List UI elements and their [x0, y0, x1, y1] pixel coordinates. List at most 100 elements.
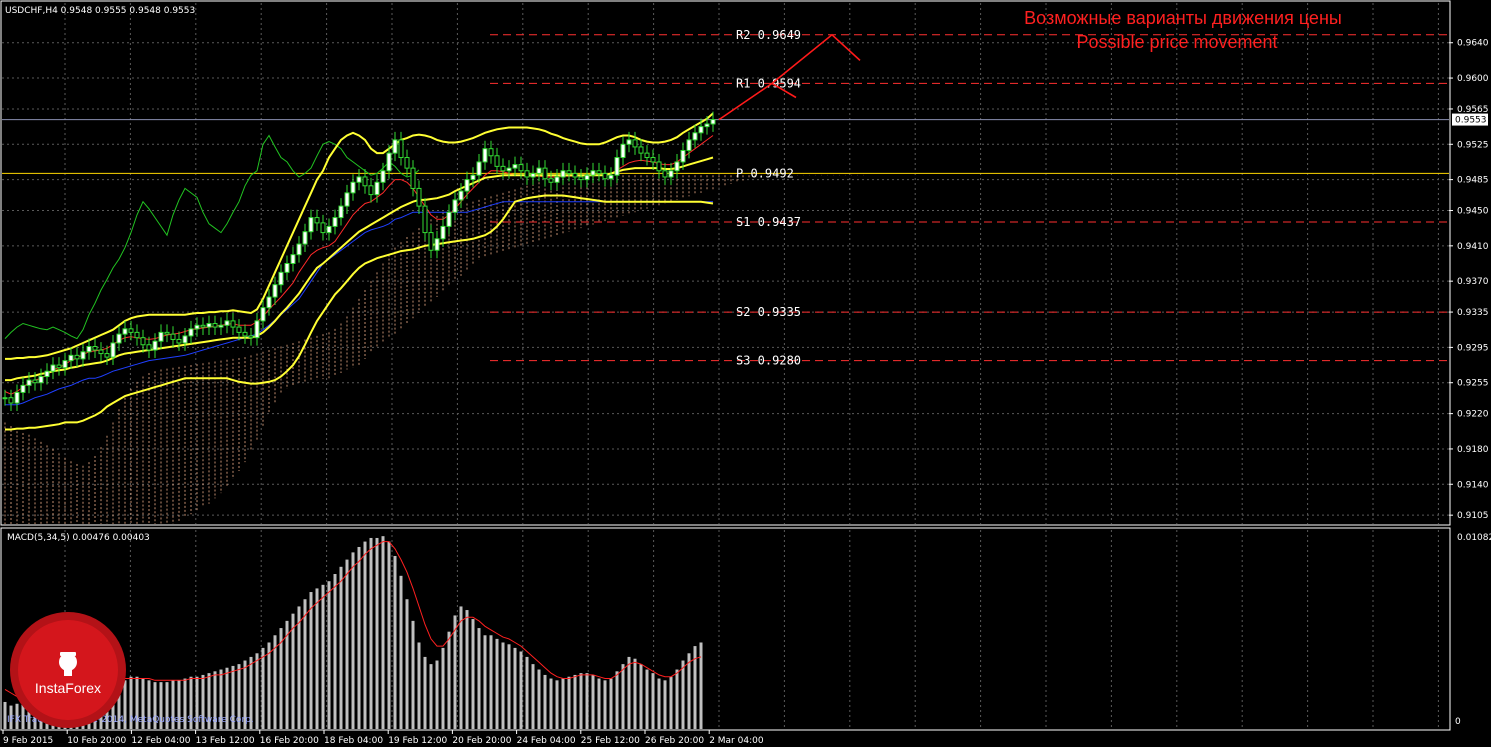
macd-bar	[489, 635, 493, 729]
logo-text: InstaForex	[35, 680, 101, 696]
candle-body	[692, 132, 698, 141]
macd-bar	[465, 610, 469, 729]
macd-bar	[321, 584, 325, 729]
candle-body	[62, 360, 68, 369]
y-tick-label: 0.9295	[1457, 343, 1489, 353]
candle-body	[620, 143, 626, 159]
candle-body	[506, 167, 512, 172]
macd-bar	[615, 671, 619, 729]
candle-body	[464, 179, 470, 192]
candle-body	[332, 217, 338, 227]
candle-body	[272, 284, 278, 298]
macd-bar	[633, 658, 637, 729]
macd-bar	[621, 664, 625, 729]
macd-y-tick-label: 0	[1455, 717, 1461, 727]
macd-bar	[699, 642, 703, 729]
macd-bar	[333, 574, 337, 729]
macd-bar	[477, 628, 481, 729]
macd-header: MACD(5,34,5) 0.00476 0.00403	[7, 533, 150, 543]
macd-bar	[453, 615, 457, 729]
level-label-p: P 0.9492	[736, 166, 794, 180]
macd-bar	[663, 680, 667, 729]
y-tick-label: 0.9565	[1457, 105, 1489, 115]
candle-body	[146, 344, 152, 351]
macd-bar	[369, 537, 373, 729]
candle-body	[434, 238, 440, 251]
macd-bar	[657, 678, 661, 729]
current-price-badge: 0.9553	[1452, 113, 1488, 126]
y-tick-label: 0.9485	[1457, 176, 1489, 186]
candle-body	[182, 335, 188, 344]
candle-body	[374, 181, 380, 196]
instaforex-logo[interactable]: InstaForex	[10, 612, 126, 728]
candle-body	[260, 307, 266, 322]
macd-bar	[345, 559, 349, 729]
candle-body	[452, 199, 458, 213]
macd-bar	[417, 642, 421, 729]
x-tick-label: 9 Feb 2015	[3, 736, 53, 746]
macd-bar	[483, 635, 487, 729]
candle-body	[662, 170, 668, 178]
candle-body	[278, 271, 284, 286]
candle-body	[122, 328, 128, 335]
macd-bar	[327, 581, 331, 729]
candle-body	[92, 346, 98, 351]
x-tick-label: 10 Feb 20:00	[67, 736, 126, 746]
macd-bar	[261, 647, 265, 729]
candle-body	[404, 157, 410, 169]
macd-bar	[651, 673, 655, 729]
macd-bar	[603, 680, 607, 729]
x-tick-label: 19 Feb 12:00	[388, 736, 447, 746]
candle-body	[710, 119, 716, 125]
macd-bar	[309, 592, 313, 729]
x-tick-label: 25 Feb 12:00	[581, 736, 640, 746]
macd-bar	[525, 656, 529, 729]
macd-bar	[549, 678, 553, 729]
candle-body	[458, 190, 464, 201]
candle-body	[608, 174, 614, 180]
y-tick-label: 0.9370	[1457, 277, 1489, 287]
y-tick-label: 0.9600	[1457, 74, 1489, 84]
candle-body	[350, 181, 356, 194]
candle-body	[470, 174, 476, 181]
y-tick-label: 0.9255	[1457, 379, 1489, 389]
candle-body	[110, 342, 116, 358]
candle-body	[494, 155, 500, 167]
candle-body	[548, 178, 554, 183]
candle-body	[296, 243, 302, 256]
candle-body	[8, 397, 14, 404]
candle-body	[56, 364, 62, 369]
candle-body	[80, 351, 86, 360]
macd-bar	[411, 620, 415, 729]
macd-bar	[255, 653, 259, 729]
price-chart[interactable]: R2 0.9649 R1 0.9594 P 0.9492 S1 0.9437 S2 0.…	[0, 0, 1491, 747]
annotation-en: Possible price movement	[1076, 32, 1277, 52]
candle-body	[38, 376, 44, 384]
macd-bar	[639, 664, 643, 729]
y-tick-label: 0.9640	[1457, 39, 1489, 49]
macd-bar	[267, 642, 271, 729]
candle-body	[74, 354, 80, 360]
candle-body	[200, 324, 206, 328]
candle-body	[86, 346, 92, 353]
x-tick-label: 24 Feb 04:00	[517, 736, 576, 746]
level-label-s3: S3 0.9280	[736, 354, 801, 368]
macd-bar	[441, 647, 445, 729]
candle-body	[416, 187, 422, 207]
candle-body	[638, 146, 644, 154]
candle-body	[194, 324, 200, 330]
candle-body	[44, 370, 50, 378]
candle-body	[644, 152, 650, 159]
macd-bar	[357, 546, 361, 729]
x-tick-label: 18 Feb 04:00	[324, 736, 383, 746]
candle-body	[344, 192, 350, 207]
y-tick-label: 0.9335	[1457, 308, 1489, 318]
candle-body	[98, 349, 104, 355]
macd-bar	[537, 669, 541, 729]
level-label-r2: R2 0.9649	[736, 28, 801, 42]
macd-bar	[381, 536, 385, 729]
candle-body	[386, 152, 392, 172]
candle-body	[314, 217, 320, 224]
macd-bar	[315, 588, 319, 729]
macd-bar	[495, 638, 499, 729]
